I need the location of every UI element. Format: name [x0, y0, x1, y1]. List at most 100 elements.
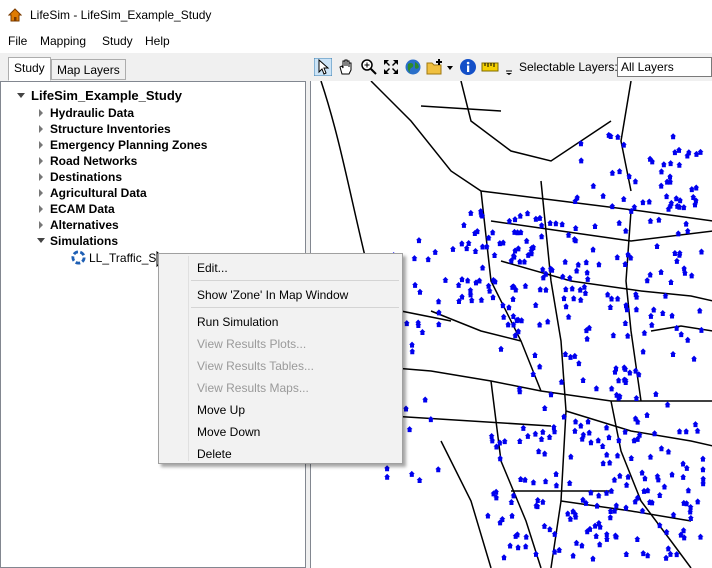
structure-point	[584, 275, 591, 282]
menu-item-view-results-plots[interactable]: View Results Plots...	[197, 337, 306, 351]
menu-mapping[interactable]: Mapping	[40, 34, 86, 48]
collapse-arrow-icon[interactable]	[39, 173, 43, 181]
menu-item-move-down[interactable]: Move Down	[197, 425, 260, 439]
tree-node-agricultural-data[interactable]: Agricultural Data	[50, 186, 147, 200]
structure-point	[408, 470, 415, 477]
structure-point	[665, 545, 672, 552]
menu-separator	[191, 280, 399, 281]
zoom-in-icon[interactable]	[360, 58, 378, 76]
structure-point	[646, 198, 653, 205]
structure-point	[583, 259, 590, 266]
tree-node-destinations[interactable]: Destinations	[50, 170, 122, 184]
structure-point	[633, 395, 640, 402]
structure-point	[658, 268, 665, 275]
tree-node-structure-inventories[interactable]: Structure Inventories	[50, 122, 171, 136]
structure-point	[603, 424, 610, 431]
structure-point	[647, 217, 654, 224]
structure-point	[611, 476, 618, 483]
structure-point	[663, 193, 670, 200]
structure-point	[699, 466, 706, 473]
structure-point	[562, 286, 569, 293]
collapse-arrow-icon[interactable]	[39, 109, 43, 117]
structure-point	[593, 532, 600, 539]
structure-point	[499, 302, 506, 309]
context-menu: Edit... Show 'Zone' In Map Window Run Si…	[158, 253, 403, 464]
zoom-extent-icon[interactable]	[382, 58, 400, 76]
tab-study[interactable]: Study	[8, 57, 51, 81]
structure-point	[644, 277, 651, 284]
tree-node-simulations[interactable]: Simulations	[50, 234, 118, 248]
collapse-arrow-icon[interactable]	[39, 141, 43, 149]
structure-point	[488, 432, 495, 439]
structure-point	[655, 216, 662, 223]
structure-point	[595, 492, 602, 499]
chevron-down-icon[interactable]	[445, 58, 455, 76]
tree-root[interactable]: LifeSim_Example_Study	[31, 88, 182, 103]
menu-item-view-results-maps[interactable]: View Results Maps...	[197, 381, 309, 395]
structure-point	[614, 133, 621, 140]
structure-point	[648, 321, 655, 328]
structure-point	[563, 303, 570, 310]
structure-point	[435, 466, 442, 473]
select-arrow-icon[interactable]	[314, 58, 332, 76]
structure-point	[501, 554, 508, 561]
menu-item-edit[interactable]: Edit...	[197, 261, 228, 275]
tree-node-emergency-planning-zones[interactable]: Emergency Planning Zones	[50, 138, 207, 152]
structure-point	[467, 209, 474, 216]
measure-ruler-icon[interactable]	[481, 58, 499, 76]
structure-point	[641, 475, 648, 482]
structure-point	[419, 328, 426, 335]
structure-point	[542, 478, 549, 485]
collapse-arrow-icon[interactable]	[39, 157, 43, 165]
menu-study[interactable]: Study	[102, 34, 133, 48]
tree-node-road-networks[interactable]: Road Networks	[50, 154, 137, 168]
structure-point	[681, 265, 688, 272]
tree-node-hydraulic-data[interactable]: Hydraulic Data	[50, 106, 134, 120]
simulation-icon	[71, 250, 86, 265]
tab-map-layers[interactable]: Map Layers	[51, 59, 126, 80]
structure-point	[427, 416, 434, 423]
collapse-arrow-icon[interactable]	[39, 205, 43, 213]
expand-arrow-icon[interactable]	[37, 238, 45, 243]
structure-point	[531, 351, 538, 358]
toolbar-overflow-icon[interactable]	[505, 58, 513, 76]
structure-point	[517, 475, 524, 482]
structure-point	[556, 546, 563, 553]
menu-bar: File Mapping Study Help	[0, 31, 712, 53]
structure-point	[538, 233, 545, 240]
selectable-layers-dropdown[interactable]: All Layers	[617, 57, 712, 77]
menu-item-move-up[interactable]: Move Up	[197, 403, 245, 417]
menu-help[interactable]: Help	[145, 34, 170, 48]
collapse-arrow-icon[interactable]	[39, 189, 43, 197]
structure-point	[685, 487, 692, 494]
pan-hand-icon[interactable]	[337, 58, 355, 76]
structure-point	[497, 455, 504, 462]
structure-point	[590, 246, 597, 253]
globe-icon[interactable]	[404, 58, 422, 76]
collapse-arrow-icon[interactable]	[39, 221, 43, 229]
structure-point	[541, 522, 548, 529]
structure-point	[647, 312, 654, 319]
collapse-arrow-icon[interactable]	[39, 125, 43, 133]
add-layer-icon[interactable]	[426, 58, 444, 76]
menu-item-view-results-tables[interactable]: View Results Tables...	[197, 359, 314, 373]
menu-file[interactable]: File	[8, 34, 27, 48]
structure-point	[616, 472, 623, 479]
structure-point	[538, 435, 545, 442]
structure-point	[432, 248, 439, 255]
structure-point	[664, 401, 671, 408]
menu-item-show-zone[interactable]: Show 'Zone' In Map Window	[197, 288, 348, 302]
info-icon[interactable]	[459, 58, 477, 76]
structure-point	[614, 295, 621, 302]
tree-node-alternatives[interactable]: Alternatives	[50, 218, 119, 232]
structure-point	[671, 250, 678, 257]
structure-point	[570, 552, 577, 559]
expand-arrow-icon[interactable]	[17, 93, 25, 98]
structure-point	[567, 453, 574, 460]
menu-item-run-simulation[interactable]: Run Simulation	[197, 315, 278, 329]
tree-node-ecam-data[interactable]: ECAM Data	[50, 202, 115, 216]
menu-item-delete[interactable]: Delete	[197, 447, 232, 461]
road-line	[370, 81, 712, 222]
road-line	[460, 81, 612, 162]
structure-point	[478, 296, 485, 303]
